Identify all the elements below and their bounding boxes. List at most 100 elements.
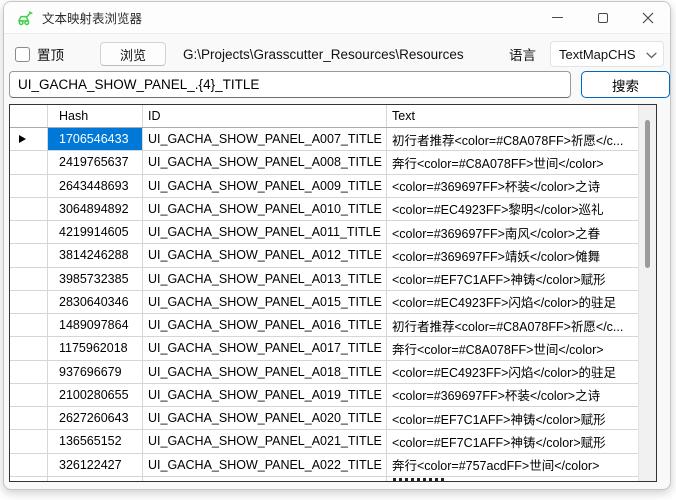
table-row[interactable]: 2643448693UI_GACHA_SHOW_PANEL_A009_TITLE… [10, 175, 638, 198]
hash-cell[interactable]: 2100280655 [48, 384, 143, 406]
language-combobox[interactable]: TextMapCHS [550, 41, 664, 67]
text-cell[interactable]: <color=#EF7C1AFF>神铸</color>赋形 [387, 430, 638, 452]
browse-button[interactable]: 浏览 [100, 42, 166, 66]
table-row[interactable]: 1175962018UI_GACHA_SHOW_PANEL_A017_TITLE… [10, 337, 638, 360]
id-cell[interactable] [143, 477, 387, 481]
id-cell[interactable]: UI_GACHA_SHOW_PANEL_A009_TITLE [143, 175, 387, 197]
hash-cell[interactable]: 2643448693 [48, 175, 143, 197]
table-row[interactable]: 1489097864UI_GACHA_SHOW_PANEL_A016_TITLE… [10, 314, 638, 337]
row-header[interactable] [10, 407, 48, 429]
text-cell[interactable]: <color=#369697FF>杯装</color>之诗 [387, 175, 638, 197]
row-header[interactable] [10, 337, 48, 359]
table-row[interactable]: 2419765637UI_GACHA_SHOW_PANEL_A008_TITLE… [10, 151, 638, 174]
row-header[interactable] [10, 430, 48, 452]
hash-cell[interactable]: 3814246288 [48, 244, 143, 266]
row-header[interactable] [10, 268, 48, 290]
app-logo-grasscutter-icon [16, 9, 34, 27]
id-cell[interactable]: UI_GACHA_SHOW_PANEL_A007_TITLE [143, 128, 387, 150]
id-cell[interactable]: UI_GACHA_SHOW_PANEL_A017_TITLE [143, 337, 387, 359]
text-cell[interactable]: <color=#369697FF>南风</color>之眷 [387, 221, 638, 243]
column-header-hash[interactable]: Hash [48, 105, 143, 127]
vertical-scrollbar[interactable] [638, 105, 656, 481]
id-cell[interactable]: UI_GACHA_SHOW_PANEL_A016_TITLE [143, 314, 387, 336]
hash-cell[interactable] [48, 477, 143, 481]
window-title: 文本映射表浏览器 [42, 8, 142, 27]
id-cell[interactable]: UI_GACHA_SHOW_PANEL_A019_TITLE [143, 384, 387, 406]
text-cell[interactable]: <color=#EC4923FF>闪焰</color>的驻足 [387, 361, 638, 383]
table-row[interactable]: 3814246288UI_GACHA_SHOW_PANEL_A012_TITLE… [10, 244, 638, 267]
hash-cell[interactable]: 326122427 [48, 454, 143, 476]
search-input[interactable] [9, 71, 571, 98]
browse-button-label: 浏览 [120, 45, 146, 64]
row-header[interactable] [10, 291, 48, 313]
table-row[interactable]: 937696679UI_GACHA_SHOW_PANEL_A018_TITLE<… [10, 361, 638, 384]
hash-cell[interactable]: 937696679 [48, 361, 143, 383]
row-header[interactable] [10, 361, 48, 383]
text-cell[interactable]: <color=#369697FF>杯装</color>之诗 [387, 384, 638, 406]
hash-cell[interactable]: 2419765637 [48, 151, 143, 173]
close-button[interactable] [625, 2, 670, 33]
table-row[interactable]: 2627260643UI_GACHA_SHOW_PANEL_A020_TITLE… [10, 407, 638, 430]
scrollbar-thumb[interactable] [645, 120, 650, 268]
id-cell[interactable]: UI_GACHA_SHOW_PANEL_A015_TITLE [143, 291, 387, 313]
table-row[interactable]: 3985732385UI_GACHA_SHOW_PANEL_A013_TITLE… [10, 268, 638, 291]
text-cell[interactable]: <color=#EC4923FF>黎明</color>巡礼 [387, 198, 638, 220]
hash-cell[interactable]: 136565152 [48, 430, 143, 452]
hash-cell[interactable]: 4219914605 [48, 221, 143, 243]
row-header[interactable] [10, 314, 48, 336]
id-cell[interactable]: UI_GACHA_SHOW_PANEL_A022_TITLE [143, 454, 387, 476]
row-header[interactable] [10, 175, 48, 197]
hash-cell[interactable]: 1175962018 [48, 337, 143, 359]
row-header[interactable] [10, 384, 48, 406]
id-cell[interactable]: UI_GACHA_SHOW_PANEL_A018_TITLE [143, 361, 387, 383]
text-cell[interactable]: 奔行<color=#C8A078FF>世间</color> [387, 151, 638, 173]
id-cell[interactable]: UI_GACHA_SHOW_PANEL_A021_TITLE [143, 430, 387, 452]
row-header[interactable] [10, 221, 48, 243]
minimize-button[interactable] [535, 2, 580, 33]
text-cell[interactable]: 初行者推荐<color=#C8A078FF>祈愿</c... [387, 314, 638, 336]
table-row[interactable]: 3064894892UI_GACHA_SHOW_PANEL_A010_TITLE… [10, 198, 638, 221]
table-row[interactable]: 4219914605UI_GACHA_SHOW_PANEL_A011_TITLE… [10, 221, 638, 244]
text-cell[interactable]: <color=#EF7C1AFF>神铸</color>赋形 [387, 407, 638, 429]
id-cell[interactable]: UI_GACHA_SHOW_PANEL_A012_TITLE [143, 244, 387, 266]
pin-checkbox[interactable] [15, 47, 30, 62]
text-cell[interactable] [387, 477, 638, 481]
hash-cell[interactable]: 2627260643 [48, 407, 143, 429]
row-header[interactable] [10, 477, 48, 481]
text-cell[interactable]: <color=#EC4923FF>闪焰</color>的驻足 [387, 291, 638, 313]
row-header-column[interactable] [10, 105, 48, 127]
maximize-icon [598, 13, 608, 23]
pin-checkbox-label: 置顶 [37, 44, 64, 64]
table-row[interactable]: 136565152UI_GACHA_SHOW_PANEL_A021_TITLE<… [10, 430, 638, 453]
id-cell[interactable]: UI_GACHA_SHOW_PANEL_A013_TITLE [143, 268, 387, 290]
search-button[interactable]: 搜索 [581, 71, 670, 98]
column-header-id[interactable]: ID [143, 105, 387, 127]
text-cell[interactable]: 奔行<color=#C8A078FF>世间</color> [387, 337, 638, 359]
hash-cell[interactable]: 2830640346 [48, 291, 143, 313]
text-cell[interactable]: 初行者推荐<color=#C8A078FF>祈愿</c... [387, 128, 638, 150]
text-cell[interactable]: <color=#EF7C1AFF>神铸</color>赋形 [387, 268, 638, 290]
text-cell[interactable]: <color=#369697FF>靖妖</color>傩舞 [387, 244, 638, 266]
table-row[interactable]: 1706546433UI_GACHA_SHOW_PANEL_A007_TITLE… [10, 128, 638, 151]
row-header[interactable] [10, 244, 48, 266]
table-row[interactable]: 2100280655UI_GACHA_SHOW_PANEL_A019_TITLE… [10, 384, 638, 407]
id-cell[interactable]: UI_GACHA_SHOW_PANEL_A008_TITLE [143, 151, 387, 173]
row-header[interactable] [10, 151, 48, 173]
toolbar: 置顶 浏览 G:\Projects\Grasscutter_Resources\… [4, 39, 670, 69]
id-cell[interactable]: UI_GACHA_SHOW_PANEL_A020_TITLE [143, 407, 387, 429]
text-cell[interactable]: 奔行<color=#757acdFF>世间</color> [387, 454, 638, 476]
row-header[interactable] [10, 198, 48, 220]
id-cell[interactable]: UI_GACHA_SHOW_PANEL_A010_TITLE [143, 198, 387, 220]
hash-cell[interactable]: 1489097864 [48, 314, 143, 336]
row-header[interactable] [10, 454, 48, 476]
column-header-text[interactable]: Text [387, 105, 638, 127]
table-row[interactable]: 2830640346UI_GACHA_SHOW_PANEL_A015_TITLE… [10, 291, 638, 314]
table-row[interactable]: 326122427UI_GACHA_SHOW_PANEL_A022_TITLE奔… [10, 454, 638, 477]
maximize-button[interactable] [580, 2, 625, 33]
table-row-partial[interactable] [10, 477, 638, 481]
row-header[interactable] [10, 128, 48, 150]
hash-cell[interactable]: 3064894892 [48, 198, 143, 220]
hash-cell[interactable]: 3985732385 [48, 268, 143, 290]
id-cell[interactable]: UI_GACHA_SHOW_PANEL_A011_TITLE [143, 221, 387, 243]
hash-cell[interactable]: 1706546433 [48, 128, 143, 150]
